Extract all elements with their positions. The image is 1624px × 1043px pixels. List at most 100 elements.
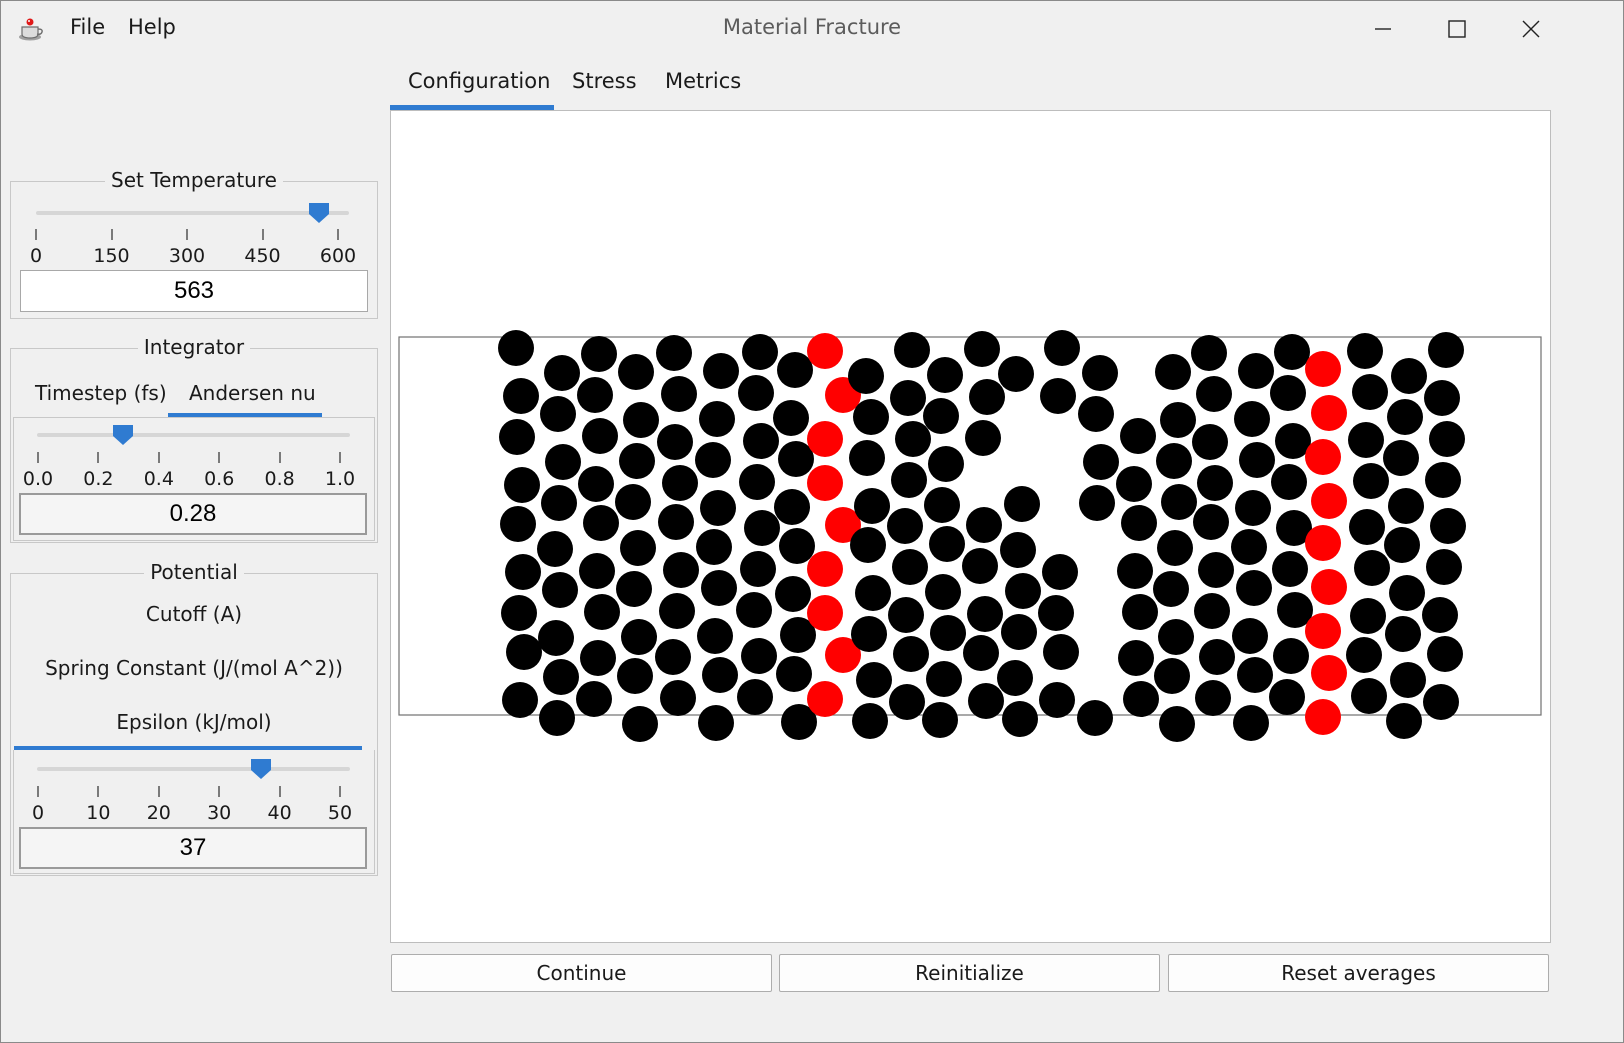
atom (500, 506, 536, 542)
andersen-nu-slider-thumb[interactable] (112, 424, 134, 446)
atom (1155, 354, 1191, 390)
reinitialize-button[interactable]: Reinitialize (779, 954, 1160, 992)
atom (697, 618, 733, 654)
slider-tick (218, 452, 221, 463)
subtab-epsilon[interactable]: Epsilon (kJ/mol) (11, 710, 377, 734)
atom (1425, 462, 1461, 498)
subtab-spring-constant[interactable]: Spring Constant (J/(mol A^2)) (11, 656, 377, 680)
slider-tick (339, 452, 341, 463)
temperature-slider[interactable] (36, 211, 349, 215)
slider-tick (186, 229, 188, 240)
atom (1233, 705, 1269, 741)
menu-file[interactable]: File (70, 15, 105, 39)
epsilon-value-field[interactable]: 37 (19, 827, 367, 869)
atom (1042, 554, 1078, 590)
atom (1269, 679, 1305, 715)
subtab-cutoff[interactable]: Cutoff (A) (11, 602, 377, 626)
subtab-andersen-nu[interactable]: Andersen nu (189, 381, 316, 405)
tab-configuration[interactable]: Configuration (408, 69, 550, 93)
atom (969, 379, 1005, 415)
atom (1350, 598, 1386, 634)
atom (1004, 486, 1040, 522)
atom (621, 619, 657, 655)
atom (744, 510, 780, 546)
slider-tick (37, 786, 39, 797)
atom (1197, 465, 1233, 501)
atom (699, 401, 735, 437)
andersen-nu-slider[interactable] (37, 433, 350, 437)
slider-tick-label: 0.2 (83, 468, 114, 490)
andersen-nu-panel: 0.0 0.2 0.4 0.6 0.8 1.0 0.28 (13, 417, 375, 541)
tab-stress[interactable]: Stress (572, 69, 637, 93)
atom (923, 398, 959, 434)
atom (855, 575, 891, 611)
atom (1001, 614, 1037, 650)
atom (1387, 399, 1423, 435)
atom (1039, 682, 1075, 718)
slider-tick-label: 0.0 (22, 468, 54, 490)
slider-tick-label: 10 (86, 802, 111, 824)
atom (928, 446, 964, 482)
marked-atom (1305, 525, 1341, 561)
maximize-icon (1448, 20, 1466, 38)
marked-atom (807, 333, 843, 369)
continue-button[interactable]: Continue (391, 954, 772, 992)
atom (1271, 464, 1307, 500)
atom (506, 634, 542, 670)
atom (623, 402, 659, 438)
atom (1352, 374, 1388, 410)
simulation-view[interactable] (390, 110, 1551, 943)
atom (1237, 657, 1273, 693)
slider-tick (110, 229, 113, 240)
atom (539, 700, 575, 736)
maximize-button[interactable] (1419, 1, 1495, 57)
atom (742, 334, 778, 370)
atom (889, 684, 925, 720)
reset-averages-button[interactable]: Reset averages (1168, 954, 1549, 992)
slider-tick (278, 786, 281, 797)
marked-atom (1305, 613, 1341, 649)
epsilon-slider-thumb[interactable] (250, 758, 272, 780)
atom (696, 529, 732, 565)
temperature-slider-thumb[interactable] (308, 202, 330, 224)
slider-tick-label: 0 (31, 802, 45, 824)
atom (1426, 549, 1462, 585)
atom (1000, 532, 1036, 568)
atom (502, 682, 538, 718)
atom (1351, 678, 1387, 714)
atom (1422, 597, 1458, 633)
close-button[interactable] (1493, 1, 1569, 57)
atom (659, 593, 695, 629)
java-cup-icon (19, 18, 43, 41)
atom (852, 703, 888, 739)
atom (700, 490, 736, 526)
atom (968, 683, 1004, 719)
epsilon-panel: 0 10 20 30 40 50 37 (13, 750, 375, 874)
atom (538, 620, 574, 656)
temperature-value-field[interactable]: 563 (20, 270, 368, 312)
atom (1160, 402, 1196, 438)
atom (504, 467, 540, 503)
atom (1040, 378, 1076, 414)
slider-tick-label: 150 (93, 245, 130, 267)
tab-metrics[interactable]: Metrics (665, 69, 741, 93)
atom (965, 420, 1001, 456)
atom (1348, 422, 1384, 458)
atom (1195, 680, 1231, 716)
epsilon-slider[interactable] (37, 767, 350, 771)
andersen-nu-value-field[interactable]: 0.28 (19, 493, 367, 535)
marked-atom (807, 421, 843, 457)
atom (967, 596, 1003, 632)
atom (1235, 490, 1271, 526)
slider-tick-label: 40 (267, 802, 292, 824)
slider-tick-label: 300 (168, 245, 206, 267)
minimize-button[interactable] (1345, 1, 1421, 57)
atom (545, 444, 581, 480)
subtab-timestep[interactable]: Timestep (fs) (35, 381, 167, 405)
atom (499, 419, 535, 455)
atom (1354, 550, 1390, 586)
atom (775, 576, 811, 612)
menu-help[interactable]: Help (128, 15, 176, 39)
atom (1123, 681, 1159, 717)
atom (924, 487, 960, 523)
